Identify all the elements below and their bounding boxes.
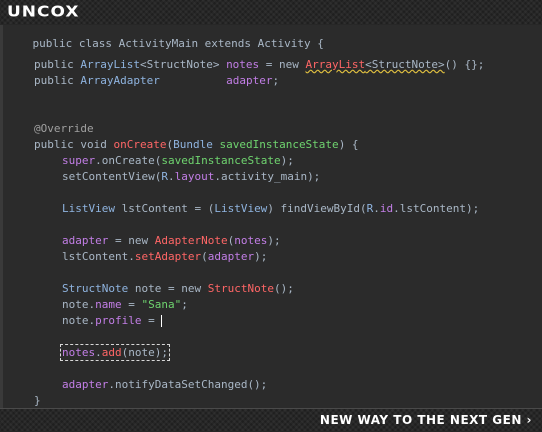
code-token: .: [95, 346, 102, 359]
code-token: public void: [34, 138, 114, 151]
code-token: .: [95, 154, 102, 167]
code-token: lstContent);: [399, 202, 480, 215]
code-token: (note);: [121, 346, 168, 359]
code-token: = new: [259, 58, 306, 71]
code-token: notes: [234, 234, 268, 247]
code-token: ListView: [62, 202, 115, 215]
code-token: public: [34, 74, 81, 87]
editor-gutter: [0, 25, 3, 408]
code-token: =: [141, 314, 162, 327]
footer-divider: [0, 408, 542, 409]
code-token: lstContent = (: [114, 202, 215, 215]
code-token: );: [307, 170, 321, 183]
code-token: lstContent.: [62, 250, 135, 263]
code-token: .: [373, 202, 380, 215]
code-token: ArrayList: [305, 58, 366, 71]
code-token: adapter: [62, 234, 109, 247]
code-token: ;: [181, 298, 188, 311]
code-token: activity_main: [220, 170, 308, 183]
highlighted-expression: notes.add(note);: [60, 344, 170, 361]
code-token: profile: [95, 314, 142, 327]
code-line-find-view: ListView lstContent = (ListView) findVie…: [62, 201, 479, 217]
code-token: public: [34, 58, 81, 71]
code-token: note.: [62, 314, 96, 327]
code-token: savedInstanceState: [219, 138, 339, 151]
code-line-notify: adapter.notifyDataSetChanged();: [62, 377, 267, 393]
code-token: }: [34, 394, 41, 407]
code-token: ListView: [214, 202, 268, 215]
code-token: StructNote: [62, 282, 129, 295]
code-token: savedInstanceState: [161, 154, 281, 167]
code-token: note = new: [128, 282, 208, 295]
code-token: (: [201, 250, 208, 263]
text-caret: [161, 315, 163, 327]
code-token: .: [108, 378, 115, 391]
code-token: id: [379, 202, 394, 215]
code-token: adapter: [207, 250, 255, 263]
code-token: note.: [62, 298, 96, 311]
code-token: <StructNote>: [139, 58, 227, 71]
code-line-override: @Override: [34, 121, 94, 137]
code-token: notes: [226, 58, 260, 71]
logo: UNCOX: [7, 3, 80, 22]
code-token: add: [101, 346, 122, 359]
code-token: setContentView(: [62, 170, 162, 183]
code-token: <StructNote>: [365, 58, 445, 71]
code-token: layout: [174, 170, 215, 183]
code-token: R: [161, 170, 168, 183]
code-token: public class ActivityMain extends Activi…: [32, 37, 324, 50]
code-line-set-adapter: lstContent.setAdapter(adapter);: [62, 249, 267, 265]
code-token: notifyDataSetChanged: [114, 378, 248, 391]
code-token: .: [167, 170, 175, 183]
code-token: ) findViewById(: [267, 202, 367, 215]
code-token: super: [62, 154, 96, 167]
code-token: Bundle: [173, 138, 213, 151]
code-line-adapter-init: adapter = new AdapterNote(notes);: [62, 233, 281, 249]
code-line-note-name: note.name = "Sana";: [62, 297, 188, 313]
code-token: .: [393, 202, 400, 215]
code-token: ArrayList: [80, 58, 140, 71]
code-line-notes-add: notes.add(note);: [60, 344, 170, 361]
code-token: );: [280, 154, 294, 167]
code-token: adapter: [62, 378, 109, 391]
code-line-notes-field: public ArrayList<StructNote> notes = new…: [34, 57, 484, 73]
code-token: onCreate: [101, 154, 155, 167]
code-token: name: [95, 298, 122, 311]
code-token: onCreate: [113, 138, 167, 151]
code-token: "Sana": [141, 298, 182, 311]
tagline-link[interactable]: NEW WAY TO THE NEXT GEN ›: [320, 412, 532, 428]
footer-bar: NEW WAY TO THE NEXT GEN ›: [0, 408, 542, 432]
code-token: ArrayAdapter: [80, 74, 160, 87]
code-editor[interactable]: public class ActivityMain extends Activi…: [0, 25, 542, 408]
code-line-class-declaration: public class ActivityMain extends Activi…: [6, 25, 324, 50]
code-token: =: [121, 298, 142, 311]
header-bar: UNCOX: [0, 0, 542, 25]
code-token: ;: [272, 74, 280, 87]
code-token: StructNote: [207, 282, 274, 295]
code-token: .: [214, 170, 221, 183]
code-line-adapter-field: public ArrayAdapter adapter;: [34, 73, 279, 89]
code-token: notes: [62, 346, 96, 359]
code-line-oncreate: public void onCreate(Bundle savedInstanc…: [34, 137, 359, 153]
code-token: AdapterNote: [154, 234, 228, 247]
code-token: );: [267, 234, 281, 247]
code-line-note-profile: note.profile =: [62, 313, 163, 329]
code-token: ) {: [338, 138, 359, 151]
code-line-close-brace: }: [34, 393, 41, 408]
code-token: @Override: [34, 122, 94, 135]
code-token: = new: [108, 234, 155, 247]
code-token: adapter: [226, 74, 273, 87]
code-line-super-call: super.onCreate(savedInstanceState);: [62, 153, 294, 169]
code-line-set-content-view: setContentView(R.layout.activity_main);: [62, 169, 320, 185]
code-line-new-struct-note: StructNote note = new StructNote();: [62, 281, 294, 297]
code-token: () {};: [444, 58, 485, 71]
code-token: ();: [247, 378, 268, 391]
code-token: setAdapter: [134, 250, 202, 263]
code-token: );: [254, 250, 268, 263]
code-token: ();: [273, 282, 294, 295]
